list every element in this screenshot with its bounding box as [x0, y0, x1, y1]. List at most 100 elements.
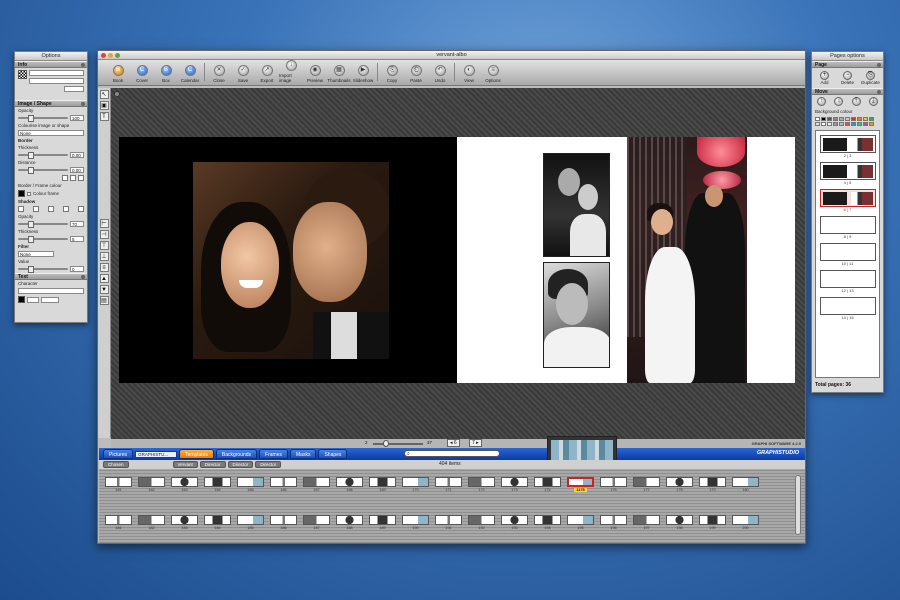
template-thumb[interactable]: 191 — [435, 515, 462, 530]
border-style-2[interactable] — [70, 175, 76, 181]
right-page[interactable] — [457, 137, 795, 383]
opacity-slider[interactable] — [18, 115, 68, 122]
colour-swatch[interactable] — [845, 122, 850, 126]
template-thumb[interactable]: 168 — [336, 477, 363, 492]
colourise-select[interactable]: None — [18, 130, 84, 136]
text-colour-swatch[interactable] — [18, 296, 25, 303]
page-thumbnail[interactable]: 14 | 15 — [819, 297, 876, 320]
template-thumb[interactable]: 1175 — [567, 477, 594, 492]
tab-frames[interactable]: Frames — [259, 449, 288, 459]
font-style-field[interactable] — [41, 296, 59, 303]
filter-select[interactable]: None — [18, 251, 54, 257]
paste-button[interactable]: ⎗ Paste — [404, 65, 428, 83]
thickness-field[interactable]: 0.00 — [70, 152, 84, 158]
shadow-pos-2[interactable] — [33, 206, 39, 212]
arrow-tool-icon[interactable]: ↖ — [99, 90, 109, 99]
subtab-chosen[interactable]: Chosen — [103, 461, 129, 468]
template-thumb[interactable]: 177 — [633, 477, 660, 492]
left-page[interactable] — [119, 137, 457, 383]
zoom-slider-knob[interactable] — [383, 440, 389, 447]
canvas-corner-icon[interactable] — [114, 91, 120, 97]
template-thumb[interactable]: 186 — [270, 515, 297, 530]
colour-swatch[interactable] — [869, 122, 874, 126]
bw-couple-photo[interactable] — [543, 153, 610, 257]
subtab-director-1[interactable]: Director — [199, 461, 226, 468]
tab-masks[interactable]: Masks — [290, 449, 317, 459]
move-up-icon[interactable]: ↑ — [817, 97, 827, 106]
align-center-icon[interactable]: ⊣ — [99, 230, 109, 239]
collapse-icon[interactable] — [877, 90, 881, 94]
template-search-input[interactable]: ⌕ — [404, 450, 500, 457]
page-thumbnail[interactable]: 12 | 13 — [819, 270, 876, 293]
template-thumb[interactable]: 194 — [534, 515, 561, 530]
tab-shapes[interactable]: Shapes — [318, 449, 348, 459]
value-slider[interactable] — [18, 266, 68, 273]
template-thumb[interactable]: 162 — [138, 477, 165, 492]
close-button[interactable]: ✕ Close — [207, 65, 231, 83]
template-thumb[interactable]: 179 — [699, 477, 726, 492]
copy-button[interactable]: ⎘ Copy — [380, 65, 404, 83]
template-thumb[interactable]: 193 — [501, 515, 528, 530]
delete-page-button[interactable]: − Delete — [837, 71, 858, 85]
view-button[interactable]: ◐ View — [457, 65, 481, 83]
colour-swatch[interactable] — [839, 117, 844, 121]
add-page-button[interactable]: + Add — [814, 71, 835, 85]
duplicate-page-button[interactable]: ⎘ Duplicate — [860, 71, 881, 85]
text-tool-icon[interactable]: T — [99, 112, 109, 121]
book-button[interactable]: B Book — [106, 65, 130, 83]
preview-button[interactable]: ◉ Preview — [303, 65, 327, 83]
template-thumb[interactable]: 198 — [666, 515, 693, 530]
export-button[interactable]: ↗ Export — [255, 65, 279, 83]
shadow-thickness-slider[interactable] — [18, 236, 68, 243]
template-thumb[interactable]: 200 — [732, 515, 759, 530]
colour-swatch[interactable] — [857, 117, 862, 121]
move-first-icon[interactable]: ⤒ — [851, 97, 861, 106]
templates-scrollbar[interactable] — [795, 475, 801, 535]
zoom-slider[interactable] — [373, 443, 423, 445]
collapse-icon[interactable] — [81, 102, 85, 106]
tab-templates[interactable]: Templates — [179, 449, 214, 459]
collapse-icon[interactable] — [877, 63, 881, 67]
colour-swatch[interactable] — [863, 117, 868, 121]
template-thumb[interactable]: 164 — [204, 477, 231, 492]
template-thumb[interactable]: 199 — [699, 515, 726, 530]
colour-swatch[interactable] — [815, 117, 820, 121]
image-tool-icon[interactable]: ▣ — [99, 101, 109, 110]
template-thumb[interactable]: 185 — [237, 515, 264, 530]
collapse-icon[interactable] — [81, 63, 85, 67]
colour-swatch[interactable] — [863, 122, 868, 126]
colour-swatch[interactable] — [833, 122, 838, 126]
shadow-pos-1[interactable] — [18, 206, 24, 212]
shadow-opacity-slider[interactable] — [18, 221, 68, 228]
library-combo[interactable]: GRAPHISTU... — [135, 450, 178, 458]
cover-button[interactable]: C Cover — [130, 65, 154, 83]
move-section-header[interactable]: Move — [812, 88, 883, 95]
bw-bride-photo[interactable] — [543, 262, 610, 368]
next-page-button[interactable]: 7 ▸ — [469, 439, 482, 447]
template-thumb[interactable]: 178 — [666, 477, 693, 492]
subtab-director-2[interactable]: Director — [227, 461, 254, 468]
info-section-header[interactable]: Info — [15, 61, 87, 68]
subtab-vervant[interactable]: Vervant — [172, 461, 198, 468]
prev-page-button[interactable]: ◂ 6 — [447, 439, 460, 447]
couple-photo[interactable] — [193, 162, 389, 359]
lock-icon[interactable]: ▤ — [99, 296, 109, 305]
page-thumbnail[interactable]: 10 | 11 — [819, 243, 876, 266]
box-button[interactable]: B Box — [154, 65, 178, 83]
canvas-area[interactable] — [111, 88, 805, 439]
slideshow-button[interactable]: ▶ Slideshow — [351, 65, 375, 83]
template-thumb[interactable]: 170 — [402, 477, 429, 492]
collapse-icon[interactable] — [81, 275, 85, 279]
move-last-icon[interactable]: ⤓ — [868, 97, 878, 106]
border-style-3[interactable] — [78, 175, 84, 181]
colour-frame-checkbox[interactable] — [27, 191, 31, 196]
colour-swatch[interactable] — [845, 117, 850, 121]
template-thumb[interactable]: 161 — [105, 477, 132, 492]
close-window-button[interactable] — [101, 52, 106, 58]
minimize-window-button[interactable] — [108, 52, 113, 58]
page-thumbnail[interactable]: 6 | 7 — [819, 189, 876, 212]
template-thumb[interactable]: 174 — [534, 477, 561, 492]
shadow-pos-5[interactable] — [78, 206, 84, 212]
thickness-slider[interactable] — [18, 152, 68, 159]
colour-swatch[interactable] — [857, 122, 862, 126]
